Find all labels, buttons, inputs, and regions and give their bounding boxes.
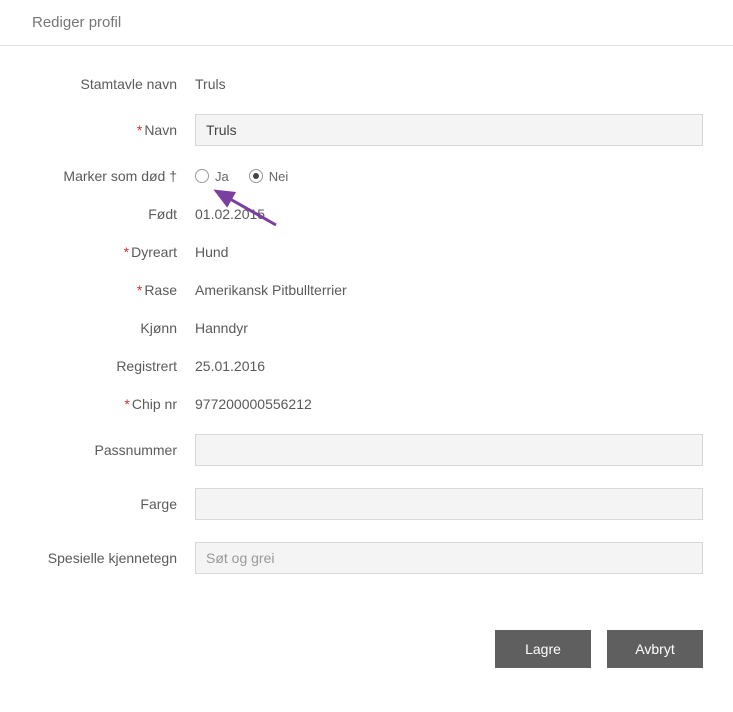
button-row: Lagre Avbryt xyxy=(0,596,733,702)
species-label: *Dyreart xyxy=(30,244,195,260)
marks-input[interactable] xyxy=(195,542,703,574)
chip-value: 977200000556212 xyxy=(195,396,703,412)
radio-dead-no[interactable]: Nei xyxy=(249,169,289,184)
breed-value: Amerikansk Pitbullterrier xyxy=(195,282,703,298)
color-label: Farge xyxy=(30,496,195,512)
born-value: 01.02.2015 xyxy=(195,206,703,222)
born-label: Født xyxy=(30,206,195,222)
marks-label: Spesielle kjennetegn xyxy=(30,550,195,566)
mark-dead-label: Marker som død † xyxy=(30,168,195,184)
passport-input[interactable] xyxy=(195,434,703,466)
species-value: Hund xyxy=(195,244,703,260)
sex-value: Hanndyr xyxy=(195,320,703,336)
radio-no-label: Nei xyxy=(269,169,289,184)
radio-icon xyxy=(195,169,209,183)
color-input[interactable] xyxy=(195,488,703,520)
registered-value: 25.01.2016 xyxy=(195,358,703,374)
page-title: Rediger profil xyxy=(0,0,733,46)
registered-label: Registrert xyxy=(30,358,195,374)
breed-label: *Rase xyxy=(30,282,195,298)
chip-label: *Chip nr xyxy=(30,396,195,412)
radio-dead-yes[interactable]: Ja xyxy=(195,169,229,184)
save-button[interactable]: Lagre xyxy=(495,630,591,668)
radio-yes-label: Ja xyxy=(215,169,229,184)
sex-label: Kjønn xyxy=(30,320,195,336)
radio-icon xyxy=(249,169,263,183)
name-label: *Navn xyxy=(30,122,195,138)
mark-dead-radio-group: Ja Nei xyxy=(195,169,703,184)
cancel-button[interactable]: Avbryt xyxy=(607,630,703,668)
pedigree-name-value: Truls xyxy=(195,76,703,92)
name-input[interactable] xyxy=(195,114,703,146)
profile-form: Stamtavle navn Truls *Navn Marker som dø… xyxy=(0,46,733,574)
pedigree-name-label: Stamtavle navn xyxy=(30,76,195,92)
passport-label: Passnummer xyxy=(30,442,195,458)
